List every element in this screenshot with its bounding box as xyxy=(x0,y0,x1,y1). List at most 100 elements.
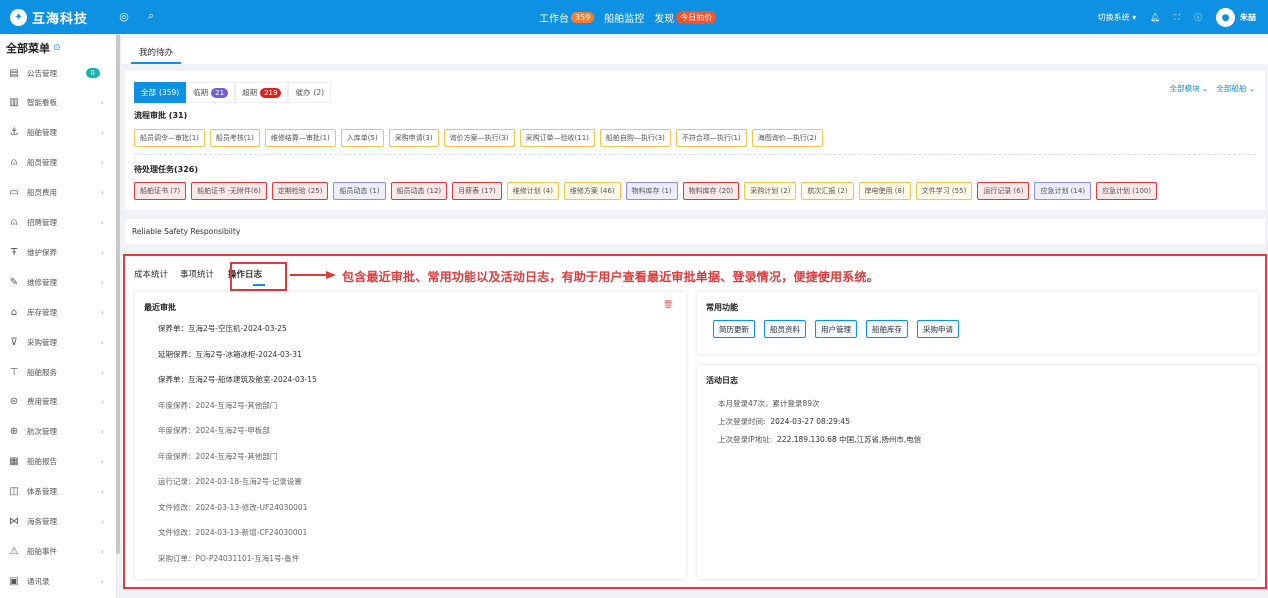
fullscreen-icon[interactable]: ⛶ xyxy=(1174,13,1180,23)
pending-chip[interactable]: 物料库存 (1) xyxy=(625,182,678,200)
approval-item[interactable]: 年度保养：2024-互海2号-甲板部 xyxy=(158,425,270,436)
collapse-menu-icon[interactable]: ◎ xyxy=(117,9,131,23)
sidebar-item[interactable]: ⊕ 航次管理 › xyxy=(0,422,112,442)
slogan-text: Reliable Safety Responsibilty xyxy=(132,227,241,236)
pending-chip[interactable]: 定期检验 (25) xyxy=(271,182,329,200)
sidebar-item[interactable]: Ŧ 维护保养 › xyxy=(0,242,112,262)
delete-icon[interactable]: 🗑︎ xyxy=(663,300,673,309)
sidebar-item[interactable]: ⊜ 费用管理 › xyxy=(0,392,112,412)
pending-chip[interactable]: 船员动态 (1) xyxy=(333,182,386,200)
approval-item[interactable]: 年度保养：2024-互海2号-其他部门 xyxy=(158,451,277,462)
filter-all[interactable]: 全部 (359) xyxy=(134,82,187,103)
flow-chip[interactable]: 入库单(5) xyxy=(340,129,384,147)
sidebar-item[interactable]: ⍝ 招聘管理 › xyxy=(0,213,112,233)
pending-chip[interactable]: 维修计划 (4) xyxy=(506,182,559,200)
sidebar-title[interactable]: 全部菜单 ⊙ xyxy=(6,40,61,56)
approval-item[interactable]: 保养单：互海2号-空压机-2024-03-25 xyxy=(158,323,287,334)
flow-chip[interactable]: 采购申请(3) xyxy=(388,129,439,147)
flow-chip[interactable]: 不符合项—执行(1) xyxy=(675,129,747,147)
chevron-right-icon: › xyxy=(100,457,104,467)
sidebar-item[interactable]: ⊤ 船舶服务 › xyxy=(0,362,112,382)
sidebar-item[interactable]: ⋈ 海务管理 › xyxy=(0,512,112,532)
pending-chip[interactable]: 船舶证书 (7) xyxy=(134,182,187,200)
sidebar-item[interactable]: ◫ 体系管理 › xyxy=(0,482,112,502)
tab-item-stats[interactable]: 事项统计 xyxy=(180,268,214,280)
flow-chip[interactable]: 采购订单—验收(11) xyxy=(519,129,595,147)
pending-chip[interactable]: 岸电使用 (8) xyxy=(858,182,911,200)
flow-chip[interactable]: 船员调令—审批(1) xyxy=(134,129,205,147)
sidebar-item-label: 费用管理 xyxy=(27,397,57,407)
chevron-right-icon: › xyxy=(100,546,104,556)
sidebar-item[interactable]: ⚓︎ 船舶管理 › xyxy=(0,123,112,143)
nav-ship-monitor[interactable]: 船舶监控 xyxy=(604,10,644,25)
sidebar-item[interactable]: ⚠︎ 船舶事件 › xyxy=(0,541,112,561)
tab-my-todo[interactable]: 我的待办 xyxy=(131,41,182,64)
pending-chip[interactable]: 月薪表 (17) xyxy=(452,182,502,200)
nav-discover[interactable]: 发现 今日抽价 xyxy=(654,10,717,25)
tool-icon: Ŧ xyxy=(10,246,18,258)
pending-chip[interactable]: 应急计划 (14) xyxy=(1034,182,1092,200)
pending-chip[interactable]: 航次汇报 (2) xyxy=(801,182,854,200)
chevron-right-icon: › xyxy=(100,247,104,257)
approval-item[interactable]: 延期保养：互海2号-冰箱冰柜-2024-03-31 xyxy=(158,349,302,360)
filter-due-soon[interactable]: 临期 21 xyxy=(186,82,236,103)
chevron-right-icon: › xyxy=(100,307,104,317)
system-icon: ◫ xyxy=(9,486,19,498)
all-ships-dropdown[interactable]: 全部船舶 ⌄ xyxy=(1216,83,1255,94)
quick-function-button[interactable]: 用户管理 xyxy=(815,320,857,338)
approval-item[interactable]: 文件修改：2024-03-13-修改-UF24030001 xyxy=(158,502,307,513)
tab-cost-stats[interactable]: 成本统计 xyxy=(134,268,168,280)
pending-chip[interactable]: 维修方案 (46) xyxy=(563,182,621,200)
approval-item[interactable]: 采购订单：PO-P24031101-互海1号-备件 xyxy=(158,553,299,564)
flow-chip[interactable]: 船员考核(1) xyxy=(209,129,260,147)
app-logo[interactable]: ✦ 互海科技 xyxy=(10,8,88,27)
pending-chip[interactable]: 船员动态 (12) xyxy=(390,182,448,200)
pending-chip[interactable]: 运行记录 (6) xyxy=(977,182,1030,200)
nav-workbench[interactable]: 工作台 359 xyxy=(539,10,595,25)
sidebar-item[interactable]: ✎ 维修管理 › xyxy=(0,272,112,292)
flow-approval-title: 流程审批 (31) xyxy=(134,111,188,120)
tab-highlight-box xyxy=(230,262,287,291)
warning-icon: ⚠︎ xyxy=(9,545,19,557)
sidebar-item[interactable]: ▣ 通讯录 › xyxy=(0,571,112,591)
overdue-badge: 219 xyxy=(260,87,282,98)
help-icon[interactable]: ⓘ xyxy=(1194,12,1202,23)
sidebar-item[interactable]: ▥ 智能看板 › xyxy=(0,93,112,113)
bell-icon[interactable]: 🔔︎ xyxy=(1150,13,1160,22)
user-menu[interactable]: ● 朱喆 xyxy=(1216,8,1256,27)
flow-chip[interactable]: 维修结算—审批(1) xyxy=(264,129,336,147)
filter-urged[interactable]: 催办 (2) xyxy=(288,82,332,103)
pending-chip[interactable]: 船舶证书 -无附件(6) xyxy=(191,182,267,200)
flow-chip[interactable]: 询价方案—执行(3) xyxy=(443,129,515,147)
quick-function-button[interactable]: 船舶库存 xyxy=(866,320,908,338)
quick-function-button[interactable]: 船员资料 xyxy=(764,320,806,338)
sidebar-item[interactable]: ⌂ 库存管理 › xyxy=(0,302,112,322)
pending-chip[interactable]: 应急计划 (100) xyxy=(1096,182,1158,200)
quick-function-button[interactable]: 采购申请 xyxy=(917,320,959,338)
approval-item[interactable]: 保养单：互海2号-船体建筑及舱室-2024-03-15 xyxy=(158,374,317,385)
sidebar-scrollbar[interactable] xyxy=(116,34,120,554)
todo-panel: 全部 (359) 临期 21 超期 219 催办 (2) 全部模块 ⌄ 全部船舶… xyxy=(125,71,1265,210)
sidebar-item[interactable]: ▭ 船员费用 › xyxy=(0,183,112,203)
search-icon[interactable]: ⌕ xyxy=(144,9,158,23)
approval-item[interactable]: 文件修改：2024-03-13-新增-CF24030001 xyxy=(158,527,307,538)
active-tab-indicator xyxy=(253,284,265,286)
switch-system-dropdown[interactable]: 切换系统 ▾ xyxy=(1098,12,1137,23)
approval-item[interactable]: 运行记录：2024-03-18-互海2号-记录设置 xyxy=(158,476,302,487)
quick-function-button[interactable]: 简历更新 xyxy=(713,320,755,338)
sidebar-item[interactable]: ⊽ 采购管理 › xyxy=(0,332,112,352)
pending-chip[interactable]: 物料库存 (20) xyxy=(682,182,740,200)
pending-chip[interactable]: 采购计划 (2) xyxy=(744,182,797,200)
chevron-right-icon: › xyxy=(100,517,104,526)
sidebar-item-label: 船舶事件 xyxy=(27,546,57,556)
sidebar-item[interactable]: ▤ 公告管理 0 xyxy=(0,63,112,83)
sidebar-item[interactable]: ⍝ 船员管理 › xyxy=(0,153,112,173)
filter-overdue[interactable]: 超期 219 xyxy=(235,82,289,103)
all-modules-dropdown[interactable]: 全部模块 ⌄ xyxy=(1170,83,1209,94)
flow-chip[interactable]: 海图询价—执行(2) xyxy=(751,129,823,147)
approval-item[interactable]: 年度保养：2024-互海2号-其他部门 xyxy=(158,400,277,411)
app-name: 互海科技 xyxy=(32,12,89,27)
sidebar-item[interactable]: ▦ 船舶报告 › xyxy=(0,452,112,472)
flow-chip[interactable]: 船舶自购—执行(3) xyxy=(599,129,671,147)
pending-chip[interactable]: 文件学习 (55) xyxy=(915,182,973,200)
